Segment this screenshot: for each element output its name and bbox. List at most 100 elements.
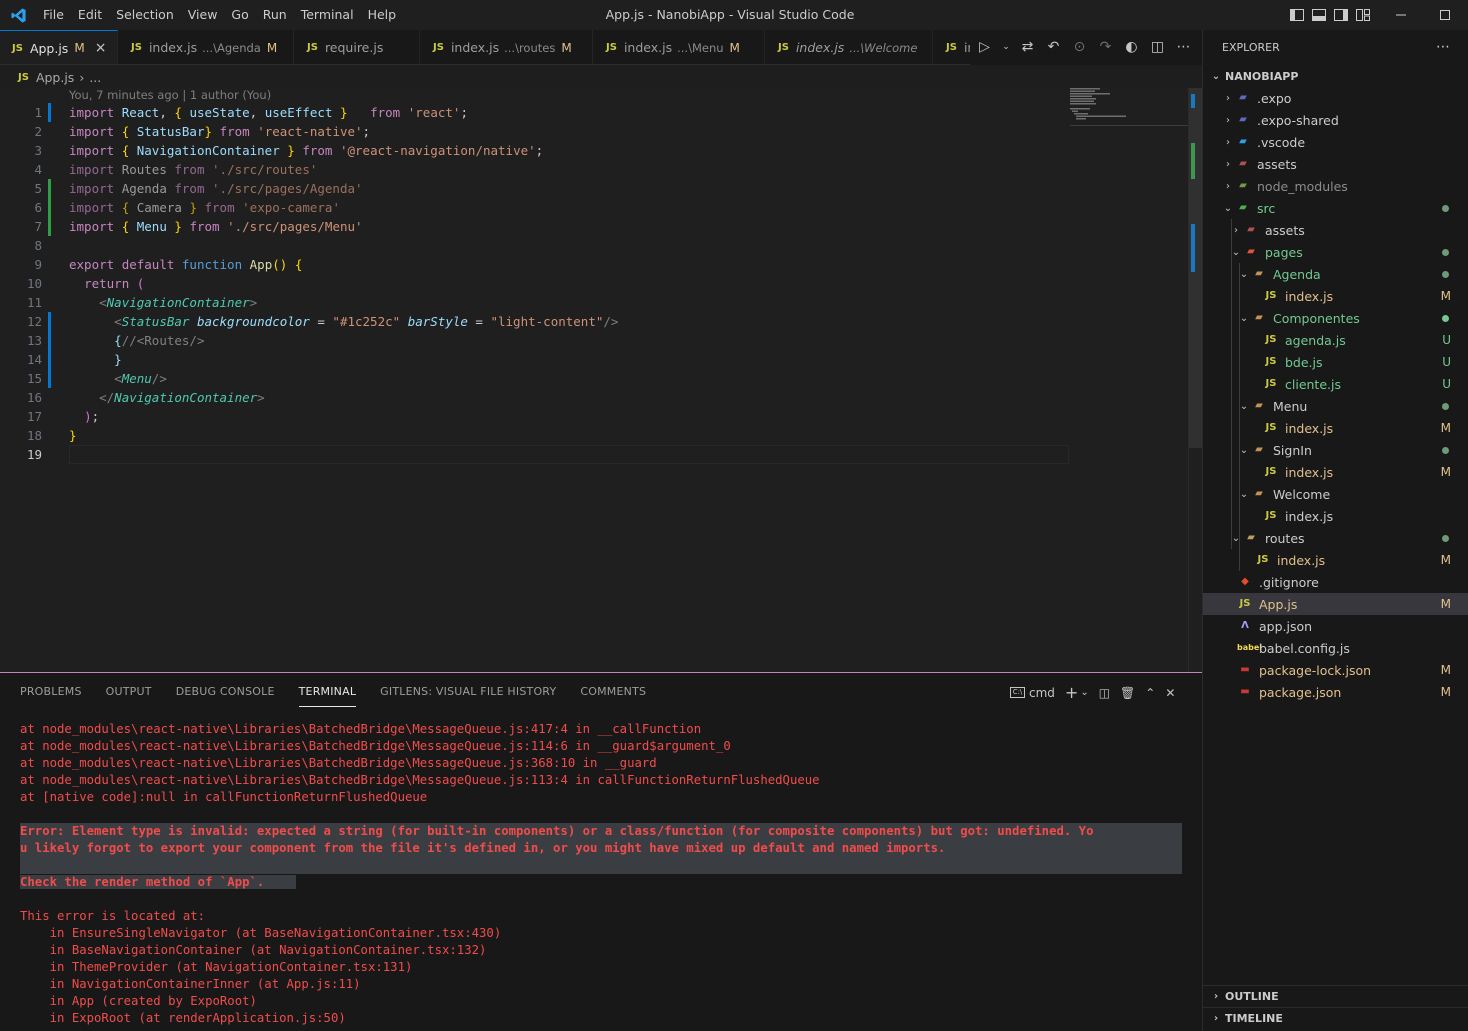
git-commit-icon[interactable]: ⊙ xyxy=(1071,39,1088,56)
tree-file-app-js[interactable]: JS App.js M xyxy=(1203,593,1468,615)
tree-file-index-js[interactable]: JS index.js M xyxy=(1203,461,1468,483)
menu-go[interactable]: Go xyxy=(224,0,255,30)
tab-require-js[interactable]: JS require.js xyxy=(295,30,420,64)
breadcrumb-file[interactable]: App.js xyxy=(36,70,74,85)
code-line[interactable]: 11 <NavigationContainer> xyxy=(0,293,1070,312)
gitlens-icon[interactable]: ◐ xyxy=(1123,39,1140,56)
code-line[interactable]: 4 import Routes from './src/routes' xyxy=(0,160,1070,179)
git-compare-icon[interactable]: ⇄ xyxy=(1019,39,1036,56)
toggle-primary-sidebar-icon[interactable] xyxy=(1290,8,1304,22)
tree-folder-pages[interactable]: ⌄ ▰ pages xyxy=(1203,241,1468,263)
code-line[interactable]: 1 import React, { useState, useEffect } … xyxy=(0,103,1070,122)
more-actions-icon[interactable]: ⋯ xyxy=(1436,30,1450,65)
git-previous-icon[interactable]: ↶ xyxy=(1045,39,1062,56)
code-editor[interactable]: You, 7 minutes ago | 1 author (You) 1 im… xyxy=(0,88,1202,672)
tree-file-babel-config[interactable]: babel babel.config.js xyxy=(1203,637,1468,659)
tab-overflow[interactable]: JS in xyxy=(934,30,974,64)
menu-selection[interactable]: Selection xyxy=(109,0,181,30)
minimap[interactable] xyxy=(1070,88,1188,128)
tree-file-gitignore[interactable]: ◆ .gitignore xyxy=(1203,571,1468,593)
git-next-icon[interactable]: ↷ xyxy=(1097,39,1114,56)
tab-index-js-routes[interactable]: JS index.js ...\routes M xyxy=(421,30,593,64)
maximize-panel-icon[interactable]: ⌃ xyxy=(1145,686,1155,700)
tab-terminal[interactable]: TERMINAL xyxy=(298,676,357,707)
tree-folder-src[interactable]: ⌄ ▰ src xyxy=(1203,197,1468,219)
tree-file-agenda-js[interactable]: JS agenda.js U xyxy=(1203,329,1468,351)
breadcrumb-symbol[interactable]: ... xyxy=(89,70,101,85)
menu-terminal[interactable]: Terminal xyxy=(294,0,361,30)
tree-folder-expo-shared[interactable]: › ▰ .expo-shared xyxy=(1203,109,1468,131)
gitlens-blame-annotation[interactable]: You, 7 minutes ago | 1 author (You) xyxy=(69,88,271,103)
terminal-shell-label[interactable]: cmd xyxy=(1029,686,1055,700)
tree-folder-vscode[interactable]: › ▰ .vscode xyxy=(1203,131,1468,153)
tab-gitlens-history[interactable]: GITLENS: VISUAL FILE HISTORY xyxy=(380,676,556,706)
tree-file-app-json[interactable]: Λ app.json xyxy=(1203,615,1468,637)
split-terminal-icon[interactable]: ◫ xyxy=(1099,686,1110,700)
tree-file-index-js[interactable]: JS index.js M xyxy=(1203,285,1468,307)
tab-problems[interactable]: PROBLEMS xyxy=(20,676,82,706)
code-line[interactable]: 9 export default function App() { xyxy=(0,255,1070,274)
tab-app-js[interactable]: JS App.js M × xyxy=(0,30,118,64)
run-debug-icon[interactable]: ▷ xyxy=(976,39,993,56)
tab-comments[interactable]: COMMENTS xyxy=(580,676,646,706)
tree-file-index-js[interactable]: JS index.js xyxy=(1203,505,1468,527)
new-terminal-icon[interactable]: + xyxy=(1065,683,1078,702)
scrollbar-thumb[interactable] xyxy=(1189,88,1202,448)
tree-folder-signin[interactable]: ⌄ ▰ SignIn xyxy=(1203,439,1468,461)
tree-folder-expo[interactable]: › ▰ .expo xyxy=(1203,87,1468,109)
close-panel-icon[interactable]: ✕ xyxy=(1165,686,1175,700)
tab-index-js-welcome[interactable]: JS index.js ...\Welcome xyxy=(766,30,933,64)
tree-folder-node-modules[interactable]: › ▰ node_modules xyxy=(1203,175,1468,197)
tab-index-js-agenda[interactable]: JS index.js ...\Agenda M xyxy=(119,30,294,64)
project-header[interactable]: ⌄ NANOBIAPP xyxy=(1203,65,1468,87)
menu-view[interactable]: View xyxy=(181,0,225,30)
menu-run[interactable]: Run xyxy=(256,0,294,30)
chevron-down-icon[interactable]: ⌄ xyxy=(1080,687,1088,698)
menu-edit[interactable]: Edit xyxy=(71,0,109,30)
menu-help[interactable]: Help xyxy=(361,0,404,30)
tree-file-cliente-js[interactable]: JS cliente.js U xyxy=(1203,373,1468,395)
code-line[interactable]: 8 xyxy=(0,236,1070,255)
code-line[interactable]: 3 import { NavigationContainer } from '@… xyxy=(0,141,1070,160)
code-line[interactable]: 10 return ( xyxy=(0,274,1070,293)
code-line[interactable]: 15 <Menu/> xyxy=(0,369,1070,388)
toggle-secondary-sidebar-icon[interactable] xyxy=(1334,8,1348,22)
toggle-panel-icon[interactable] xyxy=(1312,8,1326,22)
code-line[interactable]: 2 import { StatusBar} from 'react-native… xyxy=(0,122,1070,141)
tree-file-package-json[interactable]: ▬ package.json M xyxy=(1203,681,1468,703)
minimize-icon[interactable] xyxy=(1394,8,1408,22)
menu-file[interactable]: File xyxy=(36,0,71,30)
tree-file-package-lock-json[interactable]: ▬ package-lock.json M xyxy=(1203,659,1468,681)
split-editor-icon[interactable]: ◫ xyxy=(1149,39,1166,56)
chevron-down-icon[interactable]: ⌄ xyxy=(1002,39,1010,56)
outline-section[interactable]: › OUTLINE xyxy=(1203,985,1468,1007)
timeline-section[interactable]: › TIMELINE xyxy=(1203,1007,1468,1029)
code-line[interactable]: 5 import Agenda from './src/pages/Agenda… xyxy=(0,179,1070,198)
tree-folder-agenda[interactable]: ⌄ ▰ Agenda xyxy=(1203,263,1468,285)
terminal-output[interactable]: at node_modules\react-native\Libraries\B… xyxy=(20,721,1182,1027)
tab-index-js-menu[interactable]: JS index.js ...\Menu M xyxy=(594,30,765,64)
code-line[interactable]: 13 {//<Routes/> xyxy=(0,331,1070,350)
tree-folder-welcome[interactable]: ⌄ ▰ Welcome xyxy=(1203,483,1468,505)
maximize-icon[interactable] xyxy=(1438,8,1452,22)
more-actions-icon[interactable]: ⋯ xyxy=(1175,39,1192,56)
tab-output[interactable]: OUTPUT xyxy=(106,676,152,706)
code-line[interactable]: 12 <StatusBar backgroundcolor = "#1c252c… xyxy=(0,312,1070,331)
code-line[interactable]: 16 </NavigationContainer> xyxy=(0,388,1070,407)
tree-file-bde-js[interactable]: JS bde.js U xyxy=(1203,351,1468,373)
code-line[interactable]: 19 xyxy=(0,445,1070,464)
tree-folder-assets[interactable]: › ▰ assets xyxy=(1203,153,1468,175)
code-line[interactable]: 18 } xyxy=(0,426,1070,445)
close-icon[interactable]: × xyxy=(95,40,107,56)
trash-icon[interactable]: 🗑 xyxy=(1120,686,1135,700)
tree-folder-assets[interactable]: › ▰ assets xyxy=(1203,219,1468,241)
tree-file-index-js[interactable]: JS index.js M xyxy=(1203,549,1468,571)
code-line[interactable]: 7 import { Menu } from './src/pages/Menu… xyxy=(0,217,1070,236)
tree-folder-componentes[interactable]: ⌄ ▰ Componentes xyxy=(1203,307,1468,329)
tree-file-index-js[interactable]: JS index.js M xyxy=(1203,417,1468,439)
editor-scrollbar[interactable] xyxy=(1188,88,1202,672)
customize-layout-icon[interactable] xyxy=(1356,8,1370,22)
code-line[interactable]: 14 } xyxy=(0,350,1070,369)
tree-folder-routes[interactable]: ⌄ ▰ routes xyxy=(1203,527,1468,549)
tab-debug-console[interactable]: DEBUG CONSOLE xyxy=(176,676,275,706)
